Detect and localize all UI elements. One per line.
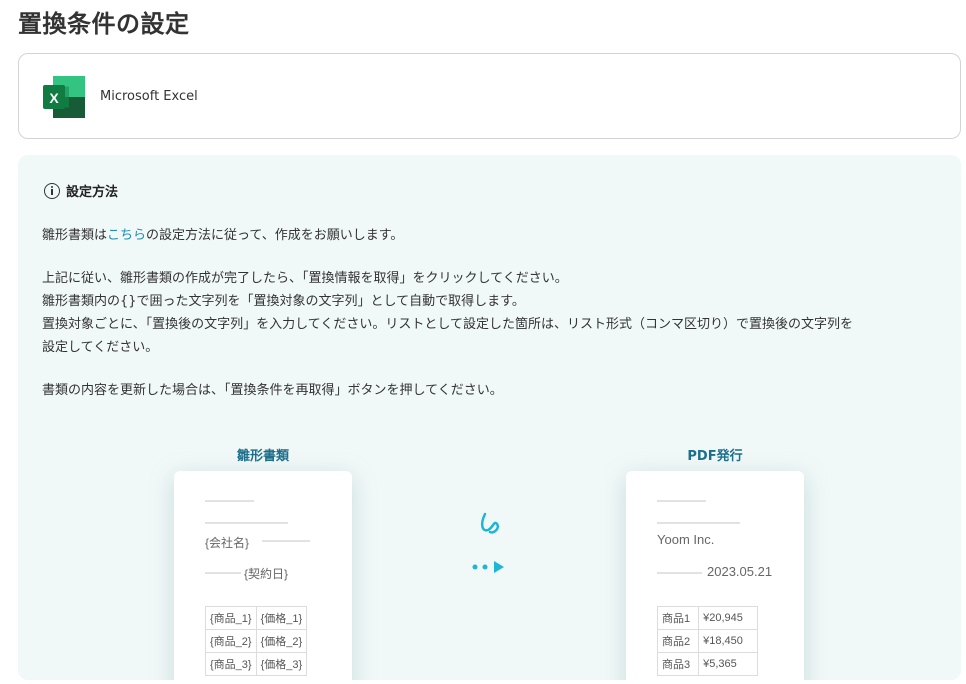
info-panel: 設定方法 雛形書類はこちらの設定方法に従って、作成をお願いします。 上記に従い、… — [18, 155, 961, 680]
table-cell: {価格_1} — [255, 606, 308, 630]
info-line-4: 置換対象ごとに、「置換後の文字列」を入力してください。リストとして設定した箇所は… — [42, 317, 853, 332]
doc-line — [657, 500, 706, 502]
doc-line — [205, 500, 254, 502]
info-line-5: 設定してください。 — [42, 340, 159, 355]
table-cell: ¥20,945 — [698, 606, 758, 630]
info-title: 設定方法 — [66, 185, 119, 200]
output-doc: Yoom Inc. 2023.05.21 商品1 ¥20,945 商品2 ¥18,4… — [626, 471, 804, 680]
doc-line — [205, 572, 241, 574]
info-line-3: 雛形書類内の{}で囲った文字列を「置換対象の文字列」として自動で取得します。 — [42, 294, 525, 309]
doc-line — [205, 522, 288, 524]
doc-line — [657, 522, 740, 524]
table-cell: {商品_1} — [205, 606, 257, 630]
page-title: 置換条件の設定 — [18, 10, 190, 38]
info-line-1-post: の設定方法に従って、作成をお願いします。 — [146, 228, 404, 243]
info-line-6: 書類の内容を更新した場合は、「置換条件を再取得」ボタンを押してください。 — [42, 383, 503, 398]
table-cell: 商品1 — [656, 606, 700, 630]
yoom-arrow-icon — [472, 512, 504, 573]
info-line-1: 雛形書類はこちらの設定方法に従って、作成をお願いします。 — [42, 224, 403, 247]
table-cell: ¥18,450 — [698, 629, 758, 653]
excel-icon: X — [43, 76, 85, 118]
doc-line — [657, 572, 702, 574]
template-items-table: {商品_1} {価格_1} {商品_2} {価格_2} {商品_3} {価格_3} — [205, 606, 308, 676]
table-cell: {商品_3} — [205, 652, 257, 676]
table-cell: {商品_2} — [205, 629, 257, 653]
output-company-name: Yoom Inc. — [657, 532, 715, 547]
template-date-placeholder: {契約日} — [244, 567, 289, 581]
table-cell: {価格_3} — [255, 652, 308, 676]
info-line-1-pre: 雛形書類は — [42, 228, 108, 243]
template-company-placeholder: {会社名} — [205, 536, 250, 550]
template-guide-link[interactable]: こちら — [107, 228, 146, 243]
template-doc-label: 雛形書類 — [236, 449, 289, 464]
table-cell: {価格_2} — [255, 629, 308, 653]
table-row: {商品_1} {価格_1} — [205, 606, 308, 630]
doc-line — [262, 540, 310, 542]
info-icon — [44, 182, 60, 199]
table-row: 商品1 ¥20,945 — [656, 606, 758, 630]
table-row: {商品_3} {価格_3} — [205, 652, 308, 676]
table-row: {商品_2} {価格_2} — [205, 629, 308, 653]
excel-icon-letter: X — [49, 90, 59, 106]
table-row: 商品2 ¥18,450 — [656, 629, 758, 653]
output-doc-label: PDF発行 — [687, 449, 743, 464]
table-cell: ¥5,365 — [698, 652, 758, 676]
table-cell: 商品3 — [656, 652, 700, 676]
app-selector-card[interactable]: X Microsoft Excel — [18, 53, 961, 139]
table-row: 商品3 ¥5,365 — [656, 652, 758, 676]
table-cell: 商品2 — [656, 629, 700, 653]
info-line-2: 上記に従い、雛形書類の作成が完了したら、「置換情報を取得」をクリックしてください… — [42, 271, 568, 286]
app-name: Microsoft Excel — [100, 89, 198, 104]
output-items-table: 商品1 ¥20,945 商品2 ¥18,450 商品3 ¥5,365 — [656, 606, 758, 676]
output-date: 2023.05.21 — [707, 564, 773, 579]
info-header: 設定方法 — [44, 181, 118, 200]
template-doc: {会社名} {契約日} {商品_1} {価格_1} {商品_2} {価格_2} {商… — [174, 471, 352, 680]
